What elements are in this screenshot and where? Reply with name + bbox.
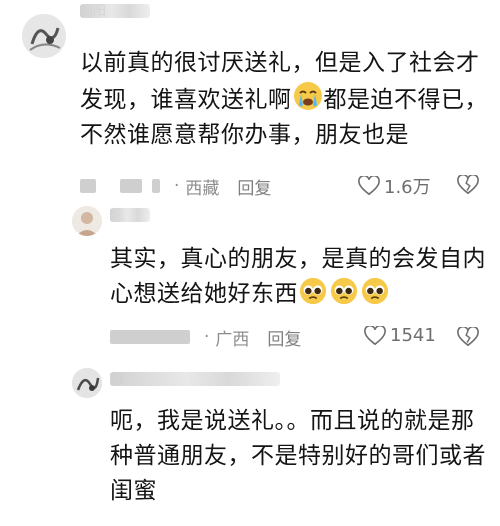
username-text: 花 xyxy=(110,208,124,223)
pleading-face-icon xyxy=(361,277,389,305)
broken-heart-icon[interactable] xyxy=(457,327,479,347)
heart-icon xyxy=(358,176,380,196)
comment-line: 呃，我是说送礼。。而且说的就是那 xyxy=(110,408,475,434)
like-count: 1541 xyxy=(390,325,436,346)
comment-line: 其实，真心的朋友，是真的会发自内 xyxy=(110,246,486,272)
like-button[interactable]: 1.6万 xyxy=(358,173,431,199)
reply-button[interactable]: 回复 xyxy=(267,325,301,350)
username-text: 启阳 xyxy=(80,4,107,19)
like-count: 1.6万 xyxy=(384,177,431,198)
comment-line: 发现，谁喜欢送礼啊 都是迫不得已， xyxy=(80,81,490,118)
avatar[interactable] xyxy=(72,368,102,398)
reply-button[interactable]: 回复 xyxy=(237,174,271,199)
redacted-block xyxy=(152,179,160,193)
pleading-face-icon xyxy=(330,277,358,305)
username[interactable] xyxy=(110,372,280,386)
avatar[interactable] xyxy=(72,206,102,236)
comment-body: 其实，真心的朋友，是真的会发自内 心想送给她好东西 xyxy=(110,242,490,312)
redacted-block xyxy=(80,179,96,193)
avatar-image xyxy=(22,14,66,58)
comment-body: 呃，我是说送礼。。而且说的就是那 种普通朋友，不是特别好的哥们或者 闺蜜 xyxy=(110,404,495,509)
location: 西藏 xyxy=(185,178,220,199)
crying-face-icon xyxy=(293,82,322,110)
comment-line: 以前真的很讨厌送礼，但是入了社会才 xyxy=(80,50,480,76)
pleading-face-icon xyxy=(299,277,327,305)
avatar-image xyxy=(72,206,102,236)
broken-heart-icon[interactable] xyxy=(457,175,479,195)
username-text: 桐 xyxy=(110,372,124,387)
comment-line: 闺蜜 xyxy=(110,478,157,504)
comment-line: 种普通朋友，不是特别好的哥们或者 xyxy=(110,443,486,469)
redacted-block xyxy=(120,179,142,193)
like-button[interactable]: 1541 xyxy=(364,325,436,346)
comment-body: 以前真的很讨厌送礼，但是入了社会才 发现，谁喜欢送礼啊 都是迫不得已， 不然谁愿… xyxy=(80,46,490,153)
comment-meta: · 广西 回复 xyxy=(110,325,301,350)
avatar[interactable] xyxy=(22,14,66,58)
heart-icon xyxy=(364,325,386,345)
comment-meta: · 西藏 回复 xyxy=(80,174,271,199)
redacted-block xyxy=(110,330,190,344)
avatar-image xyxy=(72,368,102,398)
comment-line: 不然谁愿意帮你办事，朋友也是 xyxy=(80,122,409,148)
comment-line: 心想送给她好东西 xyxy=(110,277,490,312)
location: 广西 xyxy=(215,329,250,350)
